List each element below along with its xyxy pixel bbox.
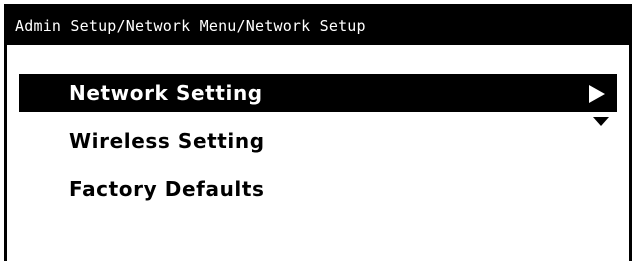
menu-item-label: Wireless Setting bbox=[69, 129, 265, 153]
breadcrumb: Admin Setup/Network Menu/Network Setup bbox=[7, 7, 629, 45]
menu-item-label: Network Setting bbox=[69, 81, 263, 105]
lcd-panel: Admin Setup/Network Menu/Network Setup N… bbox=[4, 4, 632, 261]
menu-item-factory-defaults[interactable]: Factory Defaults bbox=[19, 170, 617, 208]
submenu-arrow-icon bbox=[589, 85, 605, 103]
menu-item-label: Factory Defaults bbox=[69, 177, 265, 201]
menu-item-network-setting[interactable]: Network Setting bbox=[19, 74, 617, 112]
menu-item-wireless-setting[interactable]: Wireless Setting bbox=[19, 122, 617, 160]
